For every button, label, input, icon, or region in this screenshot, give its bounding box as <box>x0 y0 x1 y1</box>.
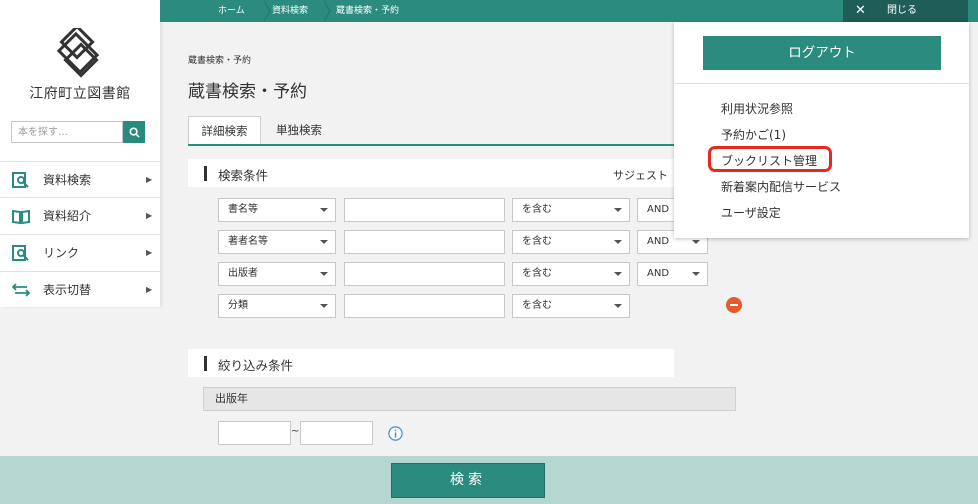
tab-detailed-search[interactable]: 詳細検索 <box>188 116 261 145</box>
keyword-input[interactable] <box>344 230 505 254</box>
breadcrumb-current: 蔵書検索・予約 <box>336 6 400 16</box>
chevron-down-icon <box>614 208 622 212</box>
field-select-value: 著者名等 <box>228 236 268 247</box>
menu-divider <box>674 83 969 84</box>
field-select-value: 出版者 <box>228 268 258 279</box>
book-search-icon <box>12 172 29 188</box>
sidebar-item-material-search[interactable]: 資料検索 ▶ <box>0 161 160 197</box>
sidebar-item-material-intro[interactable]: 資料紹介 ▶ <box>0 197 160 233</box>
tab-single-search[interactable]: 単独検索 <box>262 116 336 145</box>
chevron-down-icon <box>692 240 700 244</box>
breadcrumb-separator <box>263 0 269 22</box>
match-select[interactable]: を含む <box>512 230 630 254</box>
book-search-input[interactable] <box>11 121 123 143</box>
sidebar: 江府町立図書館 資料検索 ▶ 資料紹介 ▶ リンク ▶ 表示切替 ▶ <box>0 0 160 307</box>
match-select-value: を含む <box>522 268 552 279</box>
chevron-right-icon: ▶ <box>146 248 153 257</box>
suggest-label: サジェスト <box>613 169 668 182</box>
match-select[interactable]: を含む <box>512 294 630 318</box>
keyword-input[interactable] <box>344 198 505 222</box>
operator-select[interactable]: AND <box>637 262 708 286</box>
chevron-down-icon <box>614 272 622 276</box>
sidebar-item-links[interactable]: リンク ▶ <box>0 234 160 270</box>
field-select[interactable]: 著者名等 <box>218 230 336 254</box>
section-bar <box>204 356 207 371</box>
sidebar-item-label: 表示切替 <box>43 283 92 297</box>
publication-year-to-input[interactable] <box>300 421 373 445</box>
menu-item-new-arrival-service[interactable]: 新着案内配信サービス <box>721 178 841 195</box>
breadcrumb-home[interactable]: ホーム <box>218 0 245 22</box>
open-book-icon <box>12 209 30 224</box>
operator-select-value: AND <box>647 268 670 279</box>
match-select[interactable]: を含む <box>512 262 630 286</box>
match-select-value: を含む <box>522 236 552 247</box>
library-name: 江府町立図書館 <box>29 86 131 102</box>
info-icon[interactable] <box>388 426 403 441</box>
search-button[interactable]: 検索 <box>391 463 545 498</box>
sidebar-item-label: 資料紹介 <box>43 209 92 223</box>
breadcrumb-material-search[interactable]: 資料検索 <box>272 0 308 22</box>
sidebar-item-label: リンク <box>43 246 80 260</box>
swap-arrows-icon <box>12 283 30 297</box>
publication-year-from-input[interactable] <box>218 421 291 445</box>
operator-select-value: AND <box>647 236 670 247</box>
field-select[interactable]: 書名等 <box>218 198 336 222</box>
search-icon <box>128 126 140 138</box>
logout-button[interactable]: ログアウト <box>703 36 941 70</box>
operator-select-value: AND <box>647 204 670 215</box>
section-title: 検索条件 <box>218 168 269 183</box>
chevron-right-icon: ▶ <box>146 175 153 184</box>
menu-item-usage-status[interactable]: 利用状況参照 <box>721 100 793 117</box>
remove-row-icon[interactable] <box>726 297 742 313</box>
field-select[interactable]: 分類 <box>218 294 336 318</box>
match-select[interactable]: を含む <box>512 198 630 222</box>
menu-item-reservation-cart[interactable]: 予約かご(1) <box>721 126 786 143</box>
chevron-down-icon <box>320 304 328 308</box>
keyword-input[interactable] <box>344 262 505 286</box>
chevron-down-icon <box>614 304 622 308</box>
chevron-right-icon: ▶ <box>146 285 153 294</box>
operator-select[interactable]: AND <box>637 198 674 222</box>
chevron-down-icon <box>692 272 700 276</box>
breadcrumb-separator <box>323 0 329 22</box>
range-tilde: ~ <box>291 426 300 437</box>
match-select-value: を含む <box>522 204 552 215</box>
chevron-right-icon: ▶ <box>146 211 153 220</box>
filter-conditions-header: 絞り込み条件 <box>188 349 674 377</box>
chevron-down-icon <box>614 240 622 244</box>
publication-year-label: 出版年 <box>203 387 736 411</box>
match-select-value: を含む <box>522 300 552 311</box>
book-search-button[interactable] <box>123 121 145 143</box>
breadcrumb: 蔵書検索・予約 <box>188 56 252 66</box>
section-title: 絞り込み条件 <box>218 358 294 373</box>
user-menu-dropdown: ログアウト 利用状況参照 予約かご(1) ブックリスト管理 新着案内配信サービス… <box>674 22 969 238</box>
field-select-value: 書名等 <box>228 204 258 215</box>
field-select[interactable]: 出版者 <box>218 262 336 286</box>
search-conditions-header: 検索条件 <box>188 159 674 187</box>
link-search-icon <box>12 245 29 261</box>
page-title: 蔵書検索・予約 <box>188 82 307 102</box>
section-bar <box>204 166 207 181</box>
close-icon: ✕ <box>855 3 866 18</box>
sidebar-item-label: 資料検索 <box>43 173 92 187</box>
close-menu-button[interactable]: ✕ 閉じる <box>843 0 968 22</box>
keyword-input[interactable] <box>344 294 505 318</box>
highlight-annotation <box>708 146 832 172</box>
chevron-down-icon <box>320 272 328 276</box>
chevron-down-icon <box>320 240 328 244</box>
chevron-down-icon <box>320 208 328 212</box>
tab-underline <box>188 144 674 146</box>
sidebar-item-display-switch[interactable]: 表示切替 ▶ <box>0 271 160 307</box>
menu-item-user-settings[interactable]: ユーザ設定 <box>721 204 781 221</box>
close-label: 閉じる <box>887 5 917 16</box>
field-select-value: 分類 <box>228 300 248 311</box>
library-logo-icon <box>56 28 100 78</box>
